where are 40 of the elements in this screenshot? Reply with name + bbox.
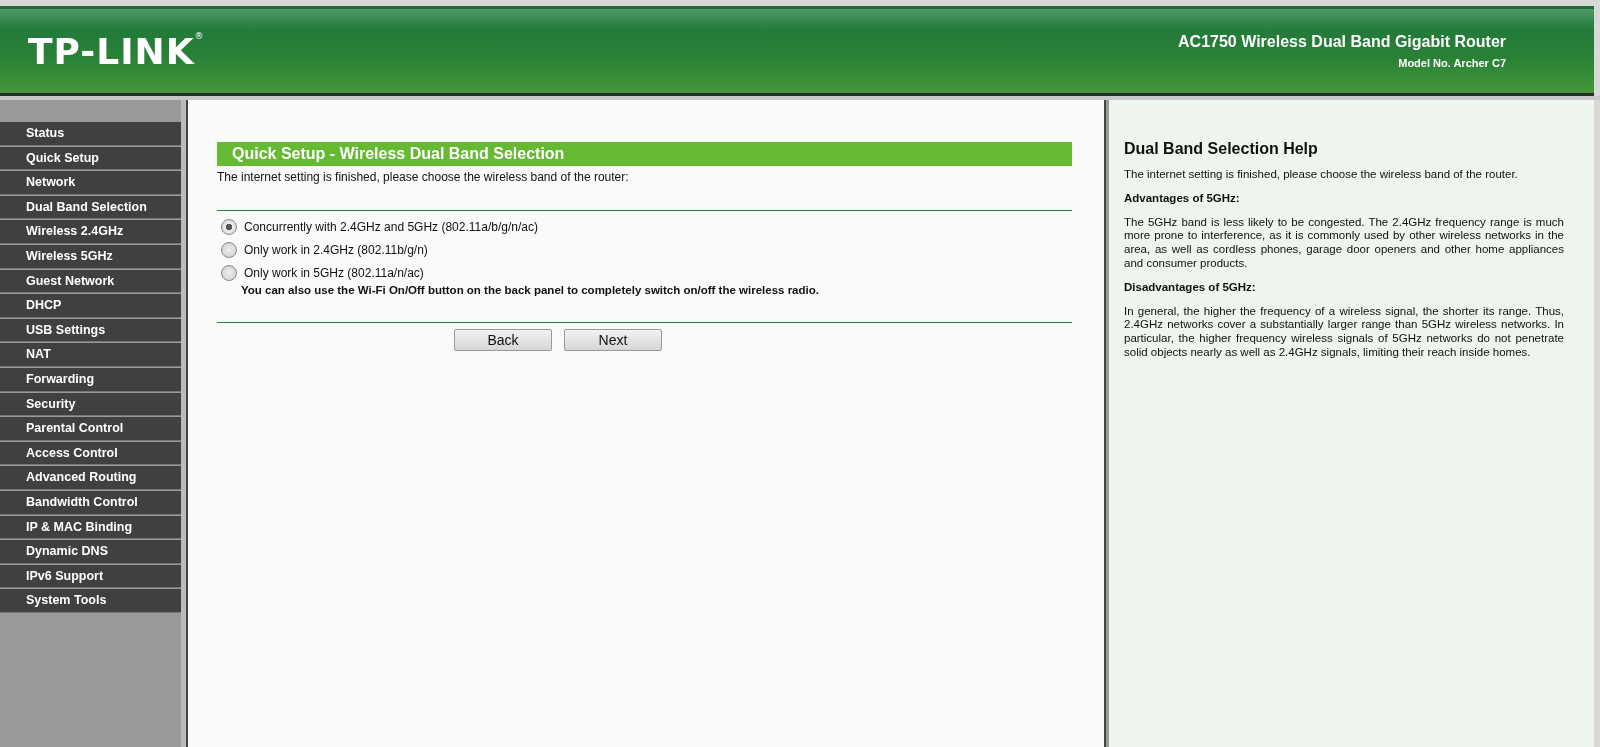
help-paragraph: The 5GHz band is less likely to be congested. The 2.4GHz frequency range is much more prone to interference, as it is commonly used by other wireless networks in the area, as well as cordless phones, garage door openers and other home appliances and consumer products. (1124, 215, 1564, 271)
help-paragraph: The internet setting is finished, please choose the wireless band of the router. (1124, 168, 1519, 182)
help-paragraph: In general, the higher the frequency of a wireless signal, the shorter its range. Thus, 2.4GHz networks cover a substantially larger range than 5GHz wireless networks. In particular, the higher frequency wireless signals of 5GHz networks do not penetrate solid objects nearly as well as 2.4GHz signals, limiting their reach inside homes. (1124, 304, 1564, 360)
option-label[interactable]: Concurrently with 2.4GHz and 5GHz (802.11a/b/g/n/ac) (244, 220, 538, 234)
radio-button[interactable] (221, 265, 237, 281)
nav-button[interactable]: Next (564, 329, 662, 351)
intro-text: The internet setting is finished, please choose the wireless band of the router: (217, 170, 630, 184)
radio-button[interactable] (221, 242, 237, 258)
menu-item[interactable]: Dynamic DNS (0, 540, 181, 564)
menu-item[interactable]: Quick Setup (0, 146, 181, 171)
menu-item[interactable]: Bandwidth Control (0, 490, 181, 515)
nav-button[interactable]: Back (454, 329, 552, 351)
section-title: Quick Setup - Wireless Dual Band Selection (217, 142, 1072, 166)
menu-item[interactable]: Dual Band Selection (0, 195, 181, 220)
menu-item[interactable]: Wireless 2.4GHz (0, 220, 181, 244)
menu-item[interactable]: System Tools (0, 589, 181, 613)
menu-item[interactable]: NAT (0, 343, 181, 367)
menu-item[interactable]: Network (0, 171, 181, 195)
product-name: AC1750 Wireless Dual Band Gigabit Router (1178, 33, 1506, 51)
menu-item[interactable]: Access Control (0, 441, 181, 466)
menu-item[interactable]: IP & MAC Binding (0, 515, 181, 540)
option-label[interactable]: Only work in 2.4GHz (802.11b/g/n) (244, 243, 428, 257)
menu-item[interactable]: Status (0, 122, 181, 146)
menu-item[interactable]: DHCP (0, 294, 181, 318)
radio-button[interactable] (221, 219, 237, 235)
menu-item[interactable]: Security (0, 392, 181, 417)
menu-item[interactable]: Forwarding (0, 367, 181, 392)
model-number: Model No. Archer C7 (1398, 57, 1506, 69)
help-heading: Advantages of 5GHz: (1124, 191, 1241, 206)
menu-item[interactable]: Parental Control (0, 417, 181, 441)
menu-item[interactable]: IPv6 Support (0, 564, 181, 589)
help-heading: Disadvantages of 5GHz: (1124, 280, 1257, 295)
brand-logo: TP-LINK$^{®}$ (28, 30, 205, 72)
note-text: You can also use the Wi-Fi On/Off button on the back panel to completely switch on/off the wireless radio. (240, 283, 820, 296)
menu-item[interactable]: USB Settings (0, 318, 181, 343)
menu-item[interactable]: Guest Network (0, 269, 181, 294)
menu-item[interactable]: Advanced Routing (0, 466, 181, 490)
help-title: Dual Band Selection Help (1124, 140, 1319, 158)
menu-item[interactable]: Wireless 5GHz (0, 244, 181, 269)
option-label[interactable]: Only work in 5GHz (802.11a/n/ac) (244, 266, 424, 280)
